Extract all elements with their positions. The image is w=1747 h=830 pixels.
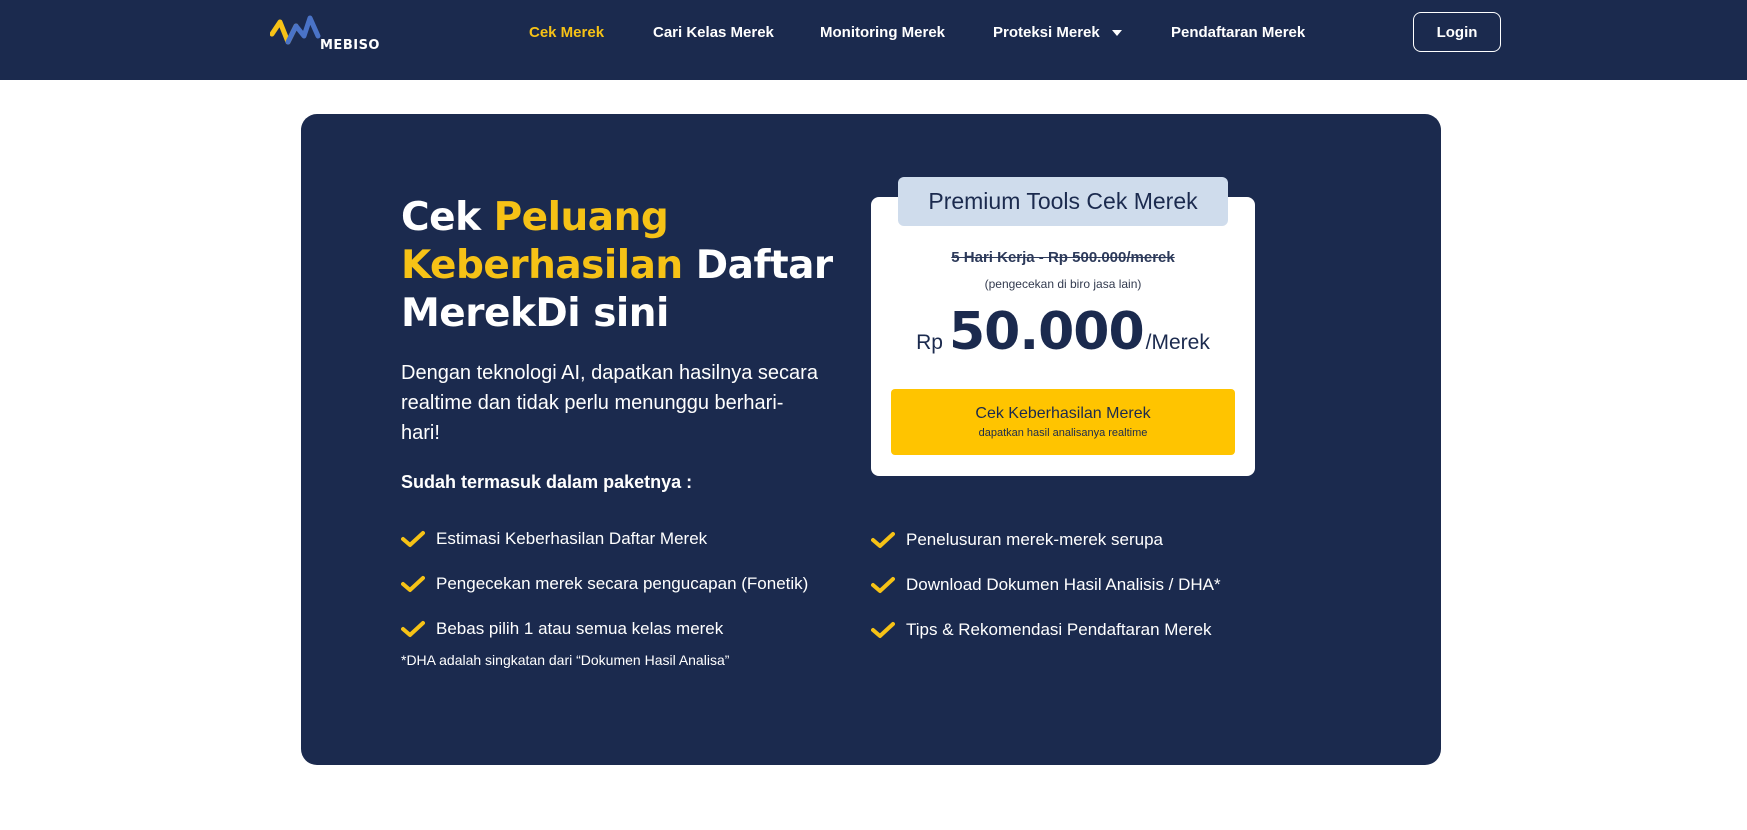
list-item: Download Dokumen Hasil Analisis / DHA* (871, 562, 1221, 607)
price-amount: 50.000 (949, 302, 1145, 362)
hero-panel: Cek Peluang Keberhasilan Daftar MerekDi … (301, 114, 1441, 765)
feature-text: Download Dokumen Hasil Analisis / DHA* (906, 574, 1221, 594)
price-currency: Rp (916, 331, 943, 354)
nav-proteksi-merek[interactable]: Proteksi Merek (993, 24, 1122, 41)
check-icon (871, 576, 895, 593)
cta-label: Cek Keberhasilan Merek (975, 405, 1151, 422)
list-item: Pengecekan merek secara pengucapan (Fone… (401, 561, 808, 606)
nav-monitoring-merek[interactable]: Monitoring Merek (820, 24, 945, 41)
price-display: Rp 50.000 /Merek (871, 302, 1255, 362)
cek-keberhasilan-button[interactable]: Cek Keberhasilan Merek dapatkan hasil an… (891, 389, 1235, 455)
top-navbar: MEBISO Cek Merek Cari Kelas Merek Monito… (0, 0, 1747, 80)
pricing-card-title: Premium Tools Cek Merek (898, 177, 1228, 226)
price-unit: /Merek (1145, 331, 1210, 354)
check-icon (871, 621, 895, 638)
old-price: 5 Hari Kerja - Rp 500.000/merek (951, 249, 1175, 266)
nav-cek-merek[interactable]: Cek Merek (529, 24, 604, 41)
check-icon (401, 530, 425, 547)
cta-sublabel: dapatkan hasil analisanya realtime (978, 427, 1148, 439)
package-heading: Sudah termasuk dalam paketnya : (401, 472, 693, 492)
login-button[interactable]: Login (1413, 12, 1501, 52)
list-item: Tips & Rekomendasi Pendaftaran Merek (871, 607, 1221, 652)
feature-list-right: Penelusuran merek-merek serupa Download … (871, 517, 1221, 652)
nav-pendaftaran-merek[interactable]: Pendaftaran Merek (1171, 24, 1305, 41)
feature-text: Estimasi Keberhasilan Daftar Merek (436, 528, 708, 548)
list-item: Estimasi Keberhasilan Daftar Merek (401, 516, 808, 561)
list-item: Penelusuran merek-merek serupa (871, 517, 1221, 562)
dha-footnote: *DHA adalah singkatan dari “Dokumen Hasi… (401, 652, 730, 668)
nav-proteksi-label: Proteksi Merek (993, 24, 1100, 41)
chevron-down-icon (1111, 30, 1122, 37)
old-price-note: (pengecekan di biro jasa lain) (984, 277, 1142, 291)
hero-title: Cek Peluang Keberhasilan Daftar MerekDi … (401, 194, 841, 338)
check-icon (401, 575, 425, 592)
hero-title-part1: Cek (401, 195, 494, 240)
nav-cari-kelas-merek[interactable]: Cari Kelas Merek (653, 24, 774, 41)
feature-text: Penelusuran merek-merek serupa (906, 529, 1164, 549)
check-icon (401, 620, 425, 637)
list-item: Bebas pilih 1 atau semua kelas merek (401, 606, 808, 651)
check-icon (871, 531, 895, 548)
feature-list-left: Estimasi Keberhasilan Daftar Merek Penge… (401, 516, 808, 651)
feature-text: Bebas pilih 1 atau semua kelas merek (436, 618, 724, 638)
feature-text: Pengecekan merek secara pengucapan (Fone… (436, 573, 809, 593)
hero-description: Dengan teknologi AI, dapatkan hasilnya s… (401, 362, 818, 444)
feature-text: Tips & Rekomendasi Pendaftaran Merek (906, 619, 1212, 639)
